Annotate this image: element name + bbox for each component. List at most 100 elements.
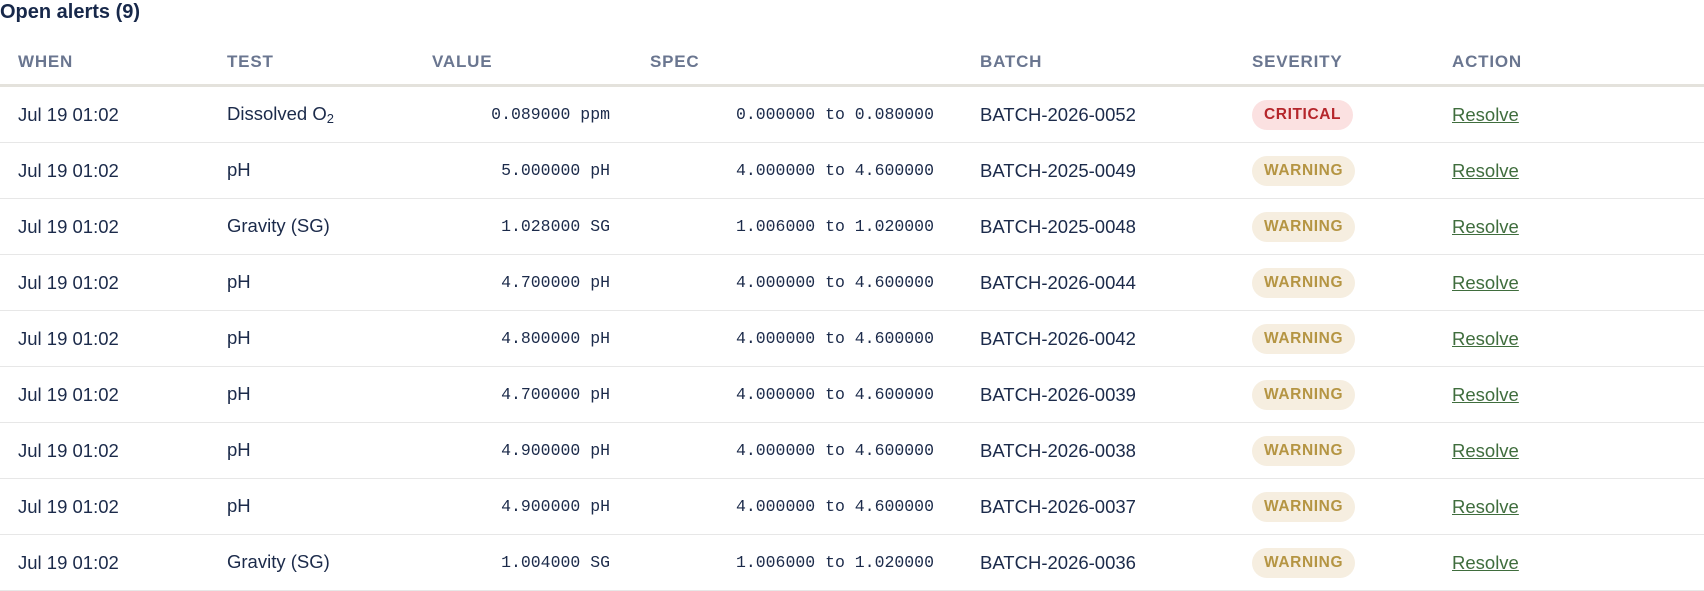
cell-value: 1.004000 SG: [414, 534, 632, 591]
severity-badge: WARNING: [1252, 267, 1356, 298]
resolve-link[interactable]: Resolve: [1452, 272, 1519, 293]
cell-severity: WARNING: [1234, 534, 1434, 591]
cell-test: pH: [209, 142, 414, 199]
cell-batch: BATCH-2026-0037: [962, 478, 1234, 535]
cell-when: Jul 19 01:02: [0, 254, 209, 311]
resolve-link[interactable]: Resolve: [1452, 440, 1519, 461]
resolve-link[interactable]: Resolve: [1452, 216, 1519, 237]
cell-when: Jul 19 01:02: [0, 422, 209, 479]
cell-test: pH: [209, 366, 414, 423]
table-row: Jul 19 01:02 pH 4.800000 pH 4.000000 to 4.6…: [0, 310, 1704, 367]
cell-action: Resolve: [1434, 366, 1704, 423]
cell-spec: 4.000000 to 4.600000: [632, 254, 962, 311]
cell-severity: WARNING: [1234, 254, 1434, 311]
cell-spec: 4.000000 to 4.600000: [632, 142, 962, 199]
alerts-table: WHEN TEST VALUE SPEC BATCH SEVERITY ACTI…: [0, 40, 1704, 591]
cell-action: Resolve: [1434, 534, 1704, 591]
cell-test: Dissolved O2: [209, 85, 414, 143]
severity-badge: WARNING: [1252, 379, 1356, 410]
cell-batch: BATCH-2025-0049: [962, 142, 1234, 199]
severity-badge: WARNING: [1252, 547, 1356, 578]
table-row: Jul 19 01:02 pH 4.900000 pH 4.000000 to 4.6…: [0, 422, 1704, 479]
cell-batch: BATCH-2026-0038: [962, 422, 1234, 479]
column-header-spec[interactable]: SPEC: [632, 40, 962, 87]
resolve-link[interactable]: Resolve: [1452, 552, 1519, 573]
cell-value: 5.000000 pH: [414, 142, 632, 199]
test-name: Dissolved O: [227, 102, 327, 124]
cell-test: pH: [209, 478, 414, 535]
cell-value: 0.089000 ppm: [414, 85, 632, 143]
cell-batch: BATCH-2026-0042: [962, 310, 1234, 367]
table-row: Jul 19 01:02 Gravity (SG) 1.028000 SG 1.006…: [0, 198, 1704, 255]
cell-action: Resolve: [1434, 422, 1704, 479]
column-header-action: ACTION: [1434, 40, 1704, 87]
cell-value: 4.700000 pH: [414, 366, 632, 423]
page-title: Open alerts (9): [0, 1, 141, 23]
cell-action: Resolve: [1434, 478, 1704, 535]
table-row: Jul 19 01:02 pH 4.900000 pH 4.000000 to 4.6…: [0, 478, 1704, 535]
table-row: Jul 19 01:02 Dissolved O2 0.089000 ppm 0.00…: [0, 85, 1704, 143]
table-body: Jul 19 01:02 Dissolved O2 0.089000 ppm 0.00…: [0, 85, 1704, 591]
cell-test: Gravity (SG): [209, 198, 414, 255]
column-header-when[interactable]: WHEN: [0, 40, 209, 87]
cell-test: Gravity (SG): [209, 534, 414, 591]
cell-batch: BATCH-2026-0036: [962, 534, 1234, 591]
cell-severity: WARNING: [1234, 142, 1434, 199]
cell-test: pH: [209, 254, 414, 311]
cell-when: Jul 19 01:02: [0, 534, 209, 591]
column-header-test[interactable]: TEST: [209, 40, 414, 87]
resolve-link[interactable]: Resolve: [1452, 384, 1519, 405]
table-row: Jul 19 01:02 Gravity (SG) 1.004000 SG 1.006…: [0, 534, 1704, 591]
cell-test: pH: [209, 422, 414, 479]
column-header-batch[interactable]: BATCH: [962, 40, 1234, 87]
cell-severity: CRITICAL: [1234, 85, 1434, 143]
cell-value: 4.700000 pH: [414, 254, 632, 311]
cell-when: Jul 19 01:02: [0, 198, 209, 255]
severity-badge: CRITICAL: [1252, 99, 1354, 130]
cell-spec: 4.000000 to 4.600000: [632, 478, 962, 535]
test-name: pH: [227, 270, 251, 292]
cell-batch: BATCH-2026-0052: [962, 85, 1234, 143]
resolve-link[interactable]: Resolve: [1452, 104, 1519, 125]
header-row: WHEN TEST VALUE SPEC BATCH SEVERITY ACTI…: [0, 40, 1704, 87]
resolve-link[interactable]: Resolve: [1452, 160, 1519, 181]
cell-spec: 4.000000 to 4.600000: [632, 366, 962, 423]
severity-badge: WARNING: [1252, 155, 1356, 186]
test-name: Gravity (SG): [227, 214, 330, 236]
cell-severity: WARNING: [1234, 366, 1434, 423]
test-name: pH: [227, 494, 251, 516]
test-name: pH: [227, 326, 251, 348]
cell-batch: BATCH-2026-0044: [962, 254, 1234, 311]
column-header-severity[interactable]: SEVERITY: [1234, 40, 1434, 87]
cell-spec: 1.006000 to 1.020000: [632, 198, 962, 255]
cell-value: 4.800000 pH: [414, 310, 632, 367]
cell-severity: WARNING: [1234, 198, 1434, 255]
cell-when: Jul 19 01:02: [0, 142, 209, 199]
cell-batch: BATCH-2026-0039: [962, 366, 1234, 423]
cell-spec: 0.000000 to 0.080000: [632, 85, 962, 143]
resolve-link[interactable]: Resolve: [1452, 496, 1519, 517]
cell-when: Jul 19 01:02: [0, 366, 209, 423]
table-row: Jul 19 01:02 pH 5.000000 pH 4.000000 to 4.6…: [0, 142, 1704, 199]
test-name-subscript: 2: [326, 111, 334, 127]
cell-value: 4.900000 pH: [414, 422, 632, 479]
cell-severity: WARNING: [1234, 422, 1434, 479]
cell-when: Jul 19 01:02: [0, 310, 209, 367]
cell-when: Jul 19 01:02: [0, 85, 209, 143]
column-header-value[interactable]: VALUE: [414, 40, 632, 87]
cell-spec: 4.000000 to 4.600000: [632, 310, 962, 367]
cell-action: Resolve: [1434, 142, 1704, 199]
cell-spec: 1.006000 to 1.020000: [632, 534, 962, 591]
test-name: pH: [227, 158, 251, 180]
cell-spec: 4.000000 to 4.600000: [632, 422, 962, 479]
cell-test: pH: [209, 310, 414, 367]
cell-action: Resolve: [1434, 310, 1704, 367]
cell-value: 1.028000 SG: [414, 198, 632, 255]
severity-badge: WARNING: [1252, 211, 1356, 242]
test-name: pH: [227, 438, 251, 460]
severity-badge: WARNING: [1252, 491, 1356, 522]
cell-action: Resolve: [1434, 254, 1704, 311]
severity-badge: WARNING: [1252, 435, 1356, 466]
cell-value: 4.900000 pH: [414, 478, 632, 535]
resolve-link[interactable]: Resolve: [1452, 328, 1519, 349]
